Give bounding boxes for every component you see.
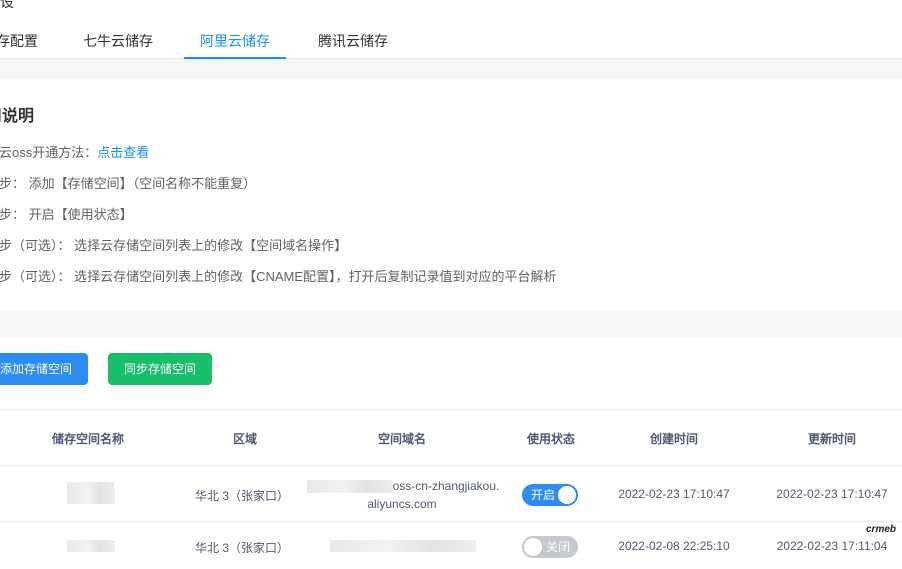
instruction-line-1: 里云oss开通方法：点击查看 — [0, 142, 149, 161]
updated-time-cell: 2022-02-23 17:10:47 — [776, 487, 888, 501]
tab-aliyun[interactable]: 阿里云储存 — [184, 26, 286, 59]
created-time-cell: 2022-02-08 22:25:10 — [618, 539, 730, 553]
status-toggle[interactable]: 关闭 — [522, 536, 578, 558]
table-row: 华北 3（张家口） 关闭 2022-02-08 22:25:10 2022-02… — [0, 522, 902, 569]
updated-time-cell: 2022-02-23 17:11:04 — [776, 539, 888, 553]
table-header: 储存空间名称 区域 空间域名 使用状态 创建时间 更新时间 — [0, 409, 902, 466]
page-title: 设 — [0, 0, 14, 10]
column-header-status: 使用状态 — [526, 432, 576, 446]
domain-cell-line-1: oss-cn-zhangjiakou. — [392, 479, 500, 493]
redacted-bucket-name — [67, 482, 115, 504]
instruction-line-5: 四步（可选）： 选择云存储空间列表上的修改【CNAME配置】，打开后复制记录值到… — [0, 269, 557, 284]
table-row: 华北 3（张家口） oss-cn-zhangjiakou. aliyuncs.c… — [0, 466, 902, 522]
sync-storage-button[interactable]: 同步存储空间 — [108, 353, 212, 385]
column-header-region: 区域 — [232, 432, 258, 446]
status-toggle-label: 开启 — [531, 488, 556, 502]
column-header-name: 储存空间名称 — [51, 432, 125, 446]
instruction-line-4: 三步（可选）： 选择云存储空间列表上的修改【空间域名操作】 — [0, 238, 348, 253]
top-bar: 设 存配置 七牛云储存 阿里云储存 腾讯云储存 — [0, 0, 902, 59]
column-header-created: 创建时间 — [649, 432, 699, 446]
tab-storage-config[interactable]: 存配置 — [0, 26, 38, 59]
crmeb-logo: crmeb — [865, 524, 896, 535]
status-toggle[interactable]: 开启 — [522, 484, 578, 506]
region-cell: 华北 3（张家口） — [194, 541, 290, 555]
domain-cell-line-2: aliyuncs.com — [367, 497, 437, 511]
instruction-line-3: 二步： 开启【使用状态】 — [0, 207, 133, 222]
status-toggle-label: 关闭 — [545, 540, 570, 554]
tab-qiniu[interactable]: 七牛云储存 — [83, 26, 153, 59]
add-storage-button[interactable]: 添加存储空间 — [0, 353, 88, 385]
status-toggle-knob — [524, 538, 542, 556]
redacted-bucket-name — [67, 540, 115, 552]
created-time-cell: 2022-02-23 17:10:47 — [618, 487, 730, 501]
region-cell: 华北 3（张家口） — [194, 489, 290, 503]
column-header-domain: 空间域名 — [377, 432, 427, 446]
instructions-panel: 用说明 里云oss开通方法：点击查看 一步： 添加【存储空间】（空间名称不能重复… — [0, 79, 902, 311]
storage-list-panel: 添加存储空间 同步存储空间 储存空间名称 区域 空间域名 使用状态 创建时间 更… — [0, 337, 902, 569]
redacted-domain-prefix — [307, 480, 393, 493]
column-header-updated: 更新时间 — [807, 432, 857, 446]
redacted-domain — [330, 540, 476, 552]
status-toggle-knob — [558, 486, 576, 504]
instructions-title: 用说明 — [0, 108, 35, 125]
tab-tencent[interactable]: 腾讯云储存 — [318, 26, 388, 59]
instruction-line-1-text: 里云oss开通方法： — [0, 145, 98, 160]
instruction-line-2: 一步： 添加【存储空间】（空间名称不能重复） — [0, 176, 257, 191]
view-guide-link[interactable]: 点击查看 — [97, 145, 149, 160]
